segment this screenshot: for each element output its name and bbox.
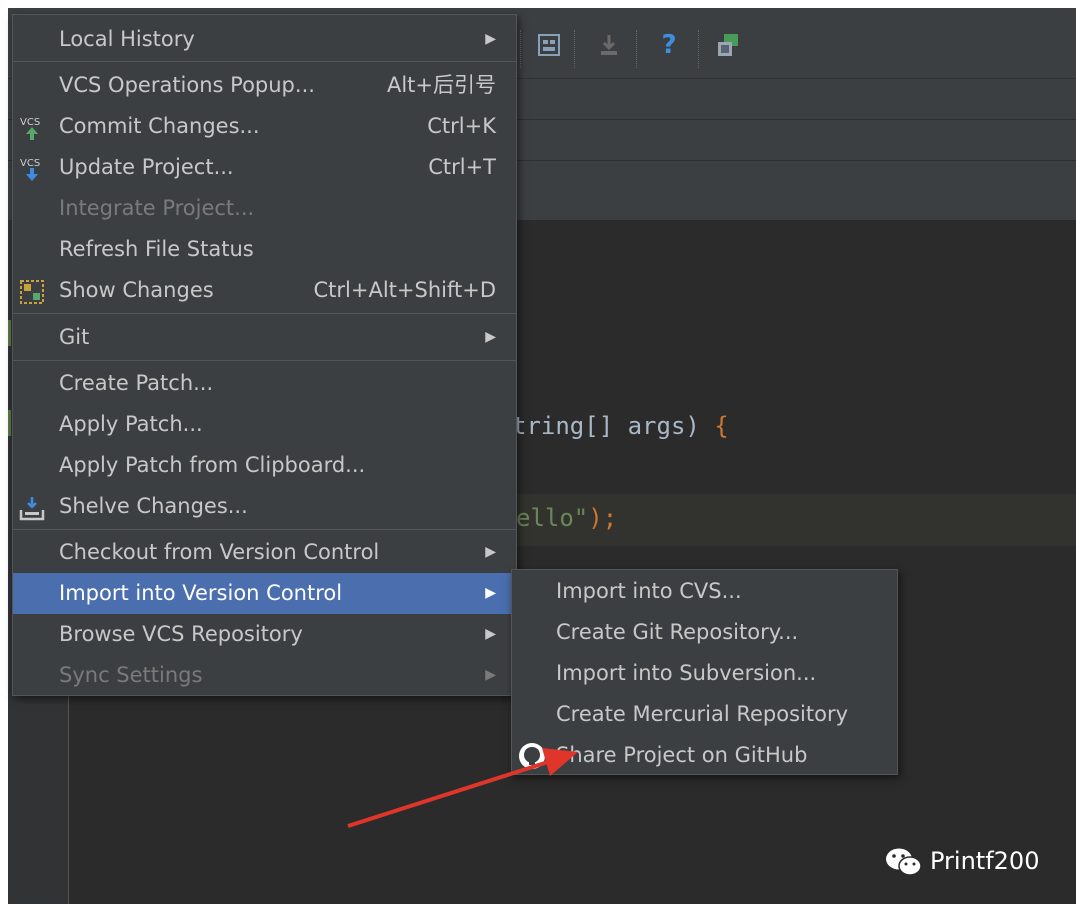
annotation-arrow [347, 748, 578, 828]
arrow-shaft [347, 760, 549, 828]
watermark: Printf200 [884, 846, 1039, 878]
wechat-icon [886, 848, 922, 876]
arrow-head [542, 748, 578, 776]
watermark-text: Printf200 [930, 847, 1040, 875]
